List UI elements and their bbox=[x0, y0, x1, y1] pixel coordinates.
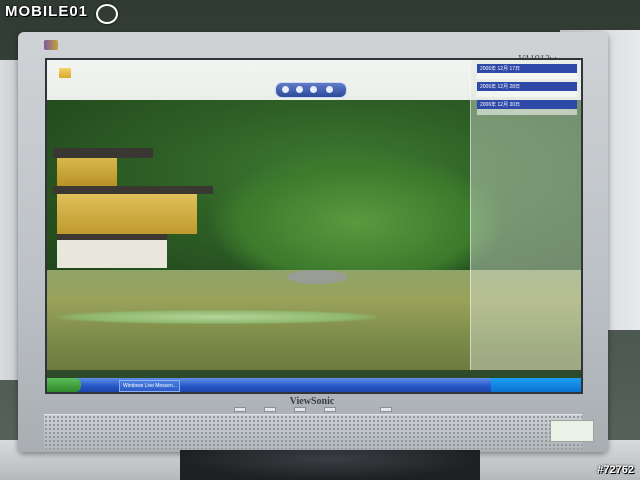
monitor-sticker bbox=[550, 420, 594, 442]
system-tray[interactable] bbox=[491, 378, 581, 392]
taskbar-button-messenger[interactable]: Windows Live Messen... bbox=[119, 380, 180, 392]
watermark-text: MOBILE01 bbox=[5, 3, 89, 20]
gadget-header: 2006年 12月 17日 bbox=[477, 64, 577, 73]
media-control-bar[interactable] bbox=[275, 82, 347, 98]
gadget-header: 2006年 12月 28日 bbox=[477, 82, 577, 91]
wallpaper-golden-pavilion bbox=[53, 148, 213, 268]
play-icon[interactable] bbox=[296, 86, 303, 93]
monitor-power-button[interactable] bbox=[380, 407, 392, 412]
gadget-date-2[interactable]: 2006年 12月 28日 bbox=[477, 82, 577, 97]
monitor-screen: 2006年 12月 17日 2006年 12月 28日 2006年 12月 30… bbox=[45, 58, 583, 394]
gadget-body bbox=[477, 109, 577, 115]
monitor-logo-icon bbox=[44, 40, 58, 50]
wallpaper-rock bbox=[287, 270, 347, 284]
taskbar: Windows Live Messen... bbox=[47, 378, 581, 392]
volume-icon[interactable] bbox=[326, 86, 333, 93]
folder-icon[interactable] bbox=[59, 68, 71, 78]
monitor-select-button[interactable] bbox=[324, 407, 336, 412]
gadget-body bbox=[477, 91, 577, 97]
monitor-stand bbox=[180, 450, 480, 480]
monitor-menu-button[interactable] bbox=[234, 407, 246, 412]
start-button[interactable] bbox=[47, 378, 81, 392]
photo-id-label: #72762 bbox=[597, 464, 634, 476]
speaker-grille bbox=[44, 414, 582, 449]
lcd-monitor: VA1912w 2006年 12月 17日 2006年 12月 28日 bbox=[18, 32, 608, 452]
monitor-brand-label: ViewSonic bbox=[289, 396, 335, 407]
monitor-up-button[interactable] bbox=[294, 407, 306, 412]
previous-icon[interactable] bbox=[282, 86, 289, 93]
gadget-body bbox=[477, 73, 577, 79]
wallpaper-lily-pads bbox=[57, 310, 377, 324]
gadget-header: 2006年 12月 30日 bbox=[477, 100, 577, 109]
monitor-down-button[interactable] bbox=[264, 407, 276, 412]
windows-sidebar: 2006年 12月 17日 2006年 12月 28日 2006年 12月 30… bbox=[470, 60, 581, 370]
bezel-bottom: ViewSonic bbox=[45, 394, 579, 412]
watermark-logo-icon bbox=[96, 4, 118, 24]
next-icon[interactable] bbox=[310, 86, 317, 93]
gadget-date-1[interactable]: 2006年 12月 17日 bbox=[477, 64, 577, 79]
wallpaper-pines bbox=[207, 150, 507, 270]
gadget-date-3[interactable]: 2006年 12月 30日 bbox=[477, 100, 577, 115]
